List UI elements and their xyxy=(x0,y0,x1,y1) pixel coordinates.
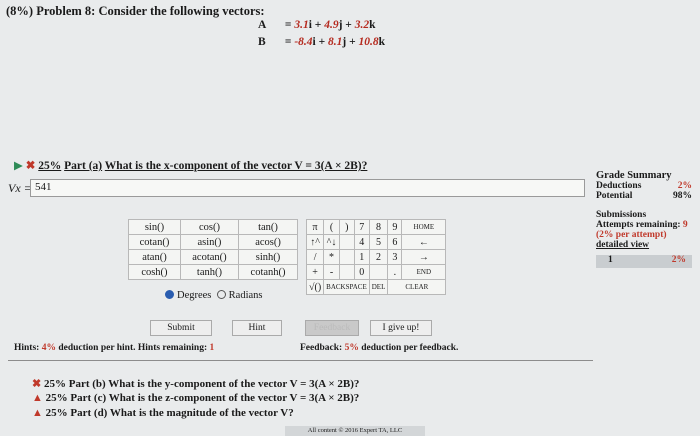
key-blank xyxy=(368,264,389,280)
divider xyxy=(8,360,593,361)
vector-name: A xyxy=(258,19,267,31)
give-up-button[interactable]: I give up! xyxy=(370,320,432,336)
detailed-view-link[interactable]: detailed view xyxy=(596,240,692,250)
locked-warning-icon: ▲ xyxy=(32,407,43,419)
deductions-value: 2% xyxy=(677,181,692,191)
key-asin[interactable]: asin() xyxy=(179,234,240,250)
radians-radio[interactable] xyxy=(216,290,226,299)
submission-deduction: 2% xyxy=(671,255,686,265)
submission-index: 1 xyxy=(608,255,613,265)
radians-label: Radians xyxy=(228,290,263,301)
key-home[interactable]: HOME xyxy=(401,219,447,235)
key-pi[interactable]: π xyxy=(305,219,325,235)
key-cos[interactable]: cos() xyxy=(179,219,240,235)
key-right-arrow-icon[interactable]: → xyxy=(401,249,447,265)
key-exp-down[interactable]: ^↓ xyxy=(323,234,340,250)
grade-summary: Grade Summary Deductions 2% Potential 98… xyxy=(596,170,692,250)
numeric-keypad: π ( ) 7 8 9 HOME ↑^ ^↓ 4 5 6 ← / * 1 2 3… xyxy=(305,219,447,295)
function-keypad: sin() cos() tan() cotan() asin() acos() … xyxy=(128,219,298,280)
key-del[interactable]: DEL xyxy=(368,279,389,295)
potential-value: 98% xyxy=(673,191,692,201)
deductions-label: Deductions xyxy=(596,181,642,191)
angle-mode: Degrees Radians xyxy=(165,290,262,301)
key-blank xyxy=(338,264,355,280)
problem-title: (8%) Problem 8: Consider the following v… xyxy=(6,4,265,18)
answer-input[interactable]: 541 xyxy=(30,179,585,197)
key-end[interactable]: END xyxy=(401,264,447,280)
key-acos[interactable]: acos() xyxy=(238,234,298,250)
key-7[interactable]: 7 xyxy=(353,219,370,235)
key-divide[interactable]: / xyxy=(305,249,325,265)
wrong-mark-icon: ✖ xyxy=(25,160,36,172)
part-c-row[interactable]: ▲ 25% Part (c) What is the z-component o… xyxy=(32,392,359,404)
submit-button[interactable]: Submit xyxy=(150,320,212,336)
key-exp-up[interactable]: ↑^ xyxy=(305,234,325,250)
key-multiply[interactable]: * xyxy=(323,249,340,265)
answer-label: Vx = xyxy=(8,181,32,195)
degrees-label: Degrees xyxy=(177,290,212,301)
key-4[interactable]: 4 xyxy=(353,234,370,250)
degrees-radio[interactable] xyxy=(165,290,174,299)
vector-a: A = 3.1i + 4.9j + 3.2k xyxy=(258,19,376,31)
key-sqrt[interactable]: √() xyxy=(305,279,325,295)
hint-button[interactable]: Hint xyxy=(232,320,282,336)
part-a-pct: 25% xyxy=(38,160,62,172)
key-3[interactable]: 3 xyxy=(387,249,403,265)
key-sinh[interactable]: sinh() xyxy=(238,249,298,265)
key-cotanh[interactable]: cotanh() xyxy=(238,264,298,280)
key-cosh[interactable]: cosh() xyxy=(128,264,181,280)
feedback-line: Feedback: 5% deduction per feedback. xyxy=(300,343,459,353)
key-close-paren[interactable]: ) xyxy=(338,219,355,235)
key-minus[interactable]: - xyxy=(323,264,340,280)
key-2[interactable]: 2 xyxy=(368,249,389,265)
submissions-label: Submissions xyxy=(596,210,647,220)
key-open-paren[interactable]: ( xyxy=(323,219,340,235)
grade-summary-title: Grade Summary xyxy=(596,170,672,181)
part-a-header: ▶ ✖ 25% Part (a) What is the x-component… xyxy=(14,158,367,172)
part-b-row[interactable]: ✖ 25% Part (b) What is the y-component o… xyxy=(32,377,359,390)
key-0[interactable]: 0 xyxy=(353,264,370,280)
key-atan[interactable]: atan() xyxy=(128,249,181,265)
potential-label: Potential xyxy=(596,191,633,201)
key-left-arrow-icon[interactable]: ← xyxy=(401,234,447,250)
key-tan[interactable]: tan() xyxy=(238,219,298,235)
part-a-label[interactable]: Part (a) xyxy=(64,160,102,172)
part-a-question: What is the x-component of the vector V … xyxy=(104,160,368,172)
key-tanh[interactable]: tanh() xyxy=(179,264,240,280)
key-clear[interactable]: CLEAR xyxy=(387,279,447,295)
wrong-mark-icon: ✖ xyxy=(32,378,42,390)
vector-b: B = -8.4i + 8.1j + 10.8k xyxy=(258,36,386,48)
key-blank xyxy=(338,249,355,265)
submission-row: 1 2% xyxy=(596,255,692,268)
key-blank xyxy=(338,234,355,250)
attempts-value: 9 xyxy=(682,220,688,230)
attempts-label: Attempts remaining: xyxy=(596,220,681,230)
key-acotan[interactable]: acotan() xyxy=(179,249,240,265)
key-sin[interactable]: sin() xyxy=(128,219,181,235)
hints-line: Hints: 4% deduction per hint. Hints rema… xyxy=(14,343,215,353)
key-5[interactable]: 5 xyxy=(368,234,389,250)
key-8[interactable]: 8 xyxy=(368,219,389,235)
vector-name: B xyxy=(258,36,266,48)
key-1[interactable]: 1 xyxy=(353,249,370,265)
expand-arrow-icon[interactable]: ▶ xyxy=(14,160,23,172)
key-dot[interactable]: . xyxy=(387,264,403,280)
locked-warning-icon: ▲ xyxy=(32,392,43,404)
part-d-row[interactable]: ▲ 25% Part (d) What is the magnitude of … xyxy=(32,407,294,419)
key-6[interactable]: 6 xyxy=(387,234,403,250)
per-attempt-note: (2% per attempt) xyxy=(596,230,667,240)
feedback-button[interactable]: Feedback xyxy=(305,320,359,336)
key-9[interactable]: 9 xyxy=(387,219,403,235)
key-backspace[interactable]: BACKSPACE xyxy=(323,279,370,295)
key-plus[interactable]: + xyxy=(305,264,325,280)
key-cotan[interactable]: cotan() xyxy=(128,234,181,250)
